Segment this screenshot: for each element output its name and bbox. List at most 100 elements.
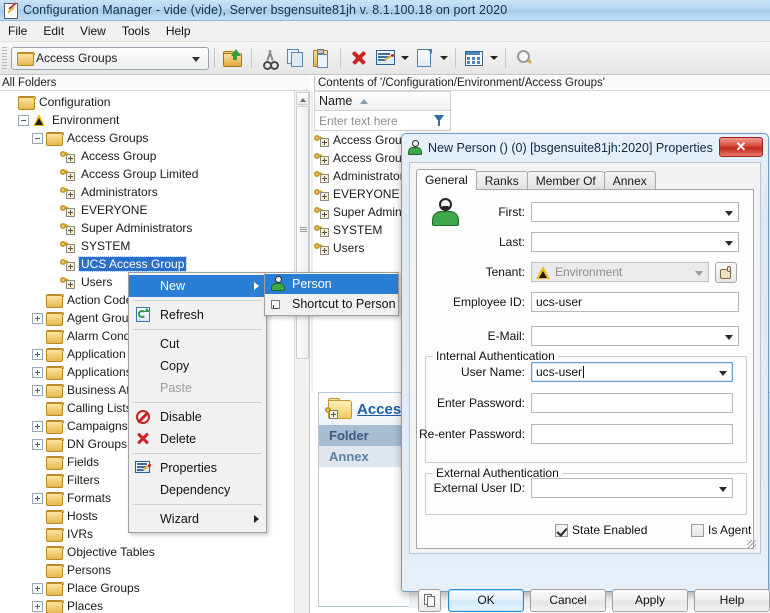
tree-item-label: Places [67, 599, 104, 613]
copy-button[interactable] [283, 45, 309, 71]
magnifier-icon [515, 49, 533, 67]
tree-item[interactable]: Access Group [0, 147, 295, 165]
folder-combo[interactable]: Access Groups [11, 46, 209, 70]
field-row-enter-password: Enter Password: [419, 393, 749, 413]
toolbar-grip[interactable] [2, 47, 7, 69]
new-button[interactable] [411, 45, 437, 71]
dialog-titlebar[interactable]: New Person () (0) [bsgensuite81jh:2020] … [402, 134, 768, 161]
submenu-item-shortcut-to-person[interactable]: Shortcut to Person [265, 294, 398, 314]
disable-icon [135, 409, 152, 425]
menu-help[interactable]: Help [158, 22, 199, 40]
tree-expand-toggle[interactable] [32, 312, 43, 324]
external-user-id-input[interactable] [531, 478, 733, 498]
tree-expand-toggle[interactable] [32, 600, 43, 612]
tree-item-label: Access Groups [67, 131, 149, 145]
tree-item[interactable]: Administrators [0, 183, 295, 201]
tenant-browse-button[interactable] [715, 261, 737, 283]
apply-button[interactable]: Apply [612, 588, 688, 612]
tree-expand-toggle[interactable] [32, 582, 43, 594]
window-title: Configuration Manager - vide (vide), Ser… [23, 3, 508, 17]
user-name-input[interactable]: ucs-user [531, 362, 733, 382]
context-menu-item-refresh[interactable]: Refresh [129, 304, 266, 326]
employee-id-input[interactable]: ucs-user [531, 292, 739, 312]
context-menu-separator [133, 504, 262, 505]
tab-ranks[interactable]: Ranks [475, 171, 528, 190]
first-input[interactable] [531, 202, 739, 222]
tree-item[interactable]: Environment [0, 111, 295, 129]
list-filter-input[interactable]: Enter text here [314, 111, 451, 131]
paste-button[interactable] [309, 45, 335, 71]
context-menu-item-disable[interactable]: Disable [129, 406, 266, 428]
reenter-password-input[interactable] [531, 424, 733, 444]
dialog-resize-grip[interactable] [747, 540, 756, 549]
help-button[interactable]: Help [694, 588, 770, 612]
context-menu-item-dependency[interactable]: Dependency [129, 479, 266, 501]
scroll-thumb[interactable] [296, 106, 309, 359]
tree-item[interactable]: Objective Tables [0, 543, 295, 561]
last-label: Last: [498, 235, 525, 249]
state-enabled-checkbox[interactable]: State Enabled [555, 523, 647, 537]
tree-item[interactable]: Place Groups [0, 579, 295, 597]
submenu-item-person[interactable]: Person [265, 274, 398, 294]
view-options-button[interactable] [461, 45, 487, 71]
context-menu-item-copy[interactable]: Copy [129, 355, 266, 377]
cut-button[interactable] [257, 45, 283, 71]
tree-expand-toggle[interactable] [32, 420, 43, 432]
detail-tab-annex[interactable]: Annex [319, 446, 409, 467]
tree-item[interactable]: Places [0, 597, 295, 613]
tree-expand-toggle[interactable] [32, 492, 43, 504]
tree-item[interactable]: Super Administrators [0, 219, 295, 237]
properties-button[interactable] [372, 45, 398, 71]
search-button[interactable] [511, 45, 537, 71]
context-menu-item-wizard[interactable]: Wizard [129, 508, 266, 530]
scroll-up-arrow[interactable] [296, 92, 309, 105]
last-input[interactable] [531, 232, 739, 252]
is-agent-checkbox[interactable]: Is Agent [691, 523, 751, 537]
tree-expand-toggle[interactable] [32, 348, 43, 360]
tree-item[interactable]: Access Groups [0, 129, 295, 147]
enter-password-input[interactable] [531, 393, 733, 413]
email-input[interactable] [531, 326, 739, 346]
tree-item[interactable]: SYSTEM [0, 237, 295, 255]
tree-item[interactable]: Access Group Limited [0, 165, 295, 183]
up-one-level-button[interactable] [220, 45, 246, 71]
copy-to-clipboard-button[interactable] [418, 588, 441, 612]
tree-item-label: EVERYONE [81, 203, 148, 217]
tree-expand-toggle[interactable] [32, 438, 43, 450]
close-icon[interactable]: ✕ [719, 137, 763, 157]
context-menu-separator [133, 453, 262, 454]
filter-icon[interactable] [434, 115, 445, 127]
list-column-header-name[interactable]: Name [314, 91, 451, 111]
context-menu-item-new[interactable]: New [129, 275, 266, 297]
context-menu-item-cut[interactable]: Cut [129, 333, 266, 355]
cancel-button[interactable]: Cancel [530, 588, 606, 612]
context-menu-label-refresh: Refresh [160, 308, 204, 322]
context-menu-item-delete[interactable]: Delete [129, 428, 266, 450]
menu-tools[interactable]: Tools [114, 22, 158, 40]
tab-general[interactable]: General [416, 169, 477, 190]
delete-button[interactable] [346, 45, 372, 71]
tree-vertical-scrollbar[interactable] [294, 91, 309, 613]
tab-annex[interactable]: Annex [603, 171, 656, 190]
tree-collapse-toggle[interactable] [32, 132, 43, 144]
tree-item[interactable]: Persons [0, 561, 295, 579]
properties-dropdown-arrow[interactable] [398, 45, 411, 71]
field-row-first: First: [419, 202, 749, 222]
tree-item[interactable]: Configuration [0, 93, 295, 111]
tab-member-of[interactable]: Member Of [526, 171, 605, 190]
field-row-employee-id: Employee ID: ucs-user [419, 292, 749, 312]
menu-file[interactable]: File [0, 22, 35, 40]
new-dropdown-arrow[interactable] [437, 45, 450, 71]
tree-expand-toggle[interactable] [32, 384, 43, 396]
context-menu-item-properties[interactable]: Properties [129, 457, 266, 479]
tree-expand-toggle[interactable] [32, 366, 43, 378]
detail-tab-folder[interactable]: Folder [319, 425, 409, 446]
tree-item[interactable]: UCS Access Group [0, 255, 295, 273]
menu-edit[interactable]: Edit [35, 22, 72, 40]
tree-item[interactable]: EVERYONE [0, 201, 295, 219]
view-options-dropdown-arrow[interactable] [487, 45, 500, 71]
ok-button[interactable]: OK [448, 588, 524, 612]
menu-view[interactable]: View [72, 22, 114, 40]
tree-collapse-toggle[interactable] [18, 114, 29, 126]
properties-icon [135, 460, 152, 475]
